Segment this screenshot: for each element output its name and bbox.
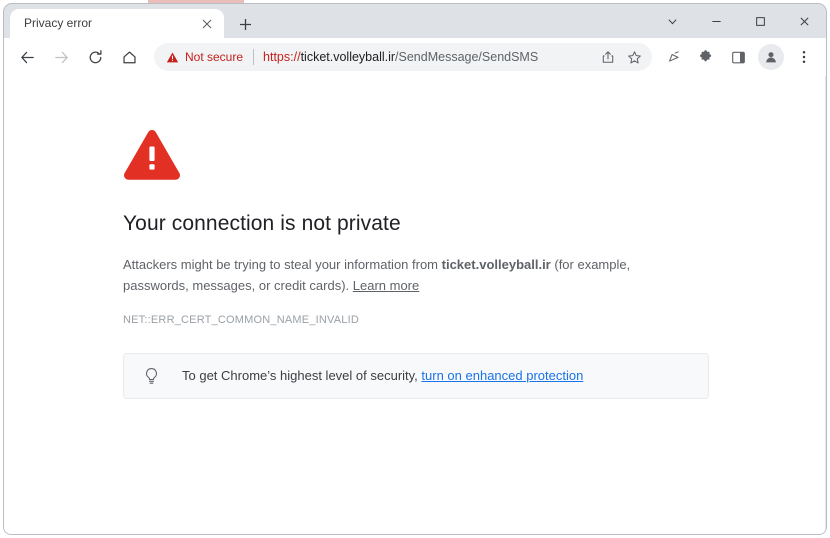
browser-tab[interactable]: Privacy error [10,9,224,38]
enhanced-protection-text: To get Chrome’s highest level of securit… [182,367,583,385]
back-arrow-icon[interactable] [13,43,41,71]
window-controls [650,4,826,38]
not-secure-indicator[interactable]: Not secure [166,50,243,64]
profile-avatar[interactable] [758,44,784,70]
url-separator: :// [290,50,301,64]
turn-on-enhanced-protection-link[interactable]: turn on enhanced protection [421,368,583,383]
home-icon[interactable] [115,43,143,71]
maximize-icon[interactable] [738,4,782,38]
minimize-icon[interactable] [694,4,738,38]
lightbulb-icon [140,367,162,385]
chrome-menu-icon[interactable] [790,43,818,71]
body-prefix: Attackers might be trying to steal your … [123,257,442,272]
omnibox-separator [253,49,255,65]
not-secure-label: Not secure [185,50,244,64]
learn-more-link[interactable]: Learn more [353,278,419,293]
forward-arrow-icon [47,43,75,71]
url-scheme: https [263,50,291,64]
side-panel-icon[interactable] [724,43,752,71]
page-content: Your connection is not private Attackers… [4,76,826,534]
error-code: NET::ERR_CERT_COMMON_NAME_INVALID [123,314,360,326]
new-tab-button[interactable] [232,11,258,37]
browser-toolbar: Not secure https://ticket.volleyball.ir/… [4,38,826,76]
bookmark-star-icon[interactable] [622,45,646,69]
address-bar[interactable]: Not secure https://ticket.volleyball.ir/… [154,43,652,71]
esb-text-prefix: To get Chrome’s highest level of securit… [182,368,422,383]
chrome-browser-window: Privacy error Not secure https://ticket.… [3,3,827,535]
page-title: Your connection is not private [123,212,401,235]
tab-strip: Privacy error [4,4,826,38]
body-hostname: ticket.volleyball.ir [441,257,551,272]
ssl-interstitial: Your connection is not private Attackers… [123,76,713,399]
url-host: ticket.volleyball.ir [300,50,396,64]
close-window-icon[interactable] [782,4,826,38]
warning-triangle-icon [166,51,179,62]
desktop-background: Privacy error Not secure https://ticket.… [0,0,830,538]
url-text: https://ticket.volleyball.ir/SendMessage… [263,50,594,64]
interstitial-body-text: Attackers might be trying to steal your … [123,254,669,296]
tab-title: Privacy error [24,16,93,30]
extensions-puzzle-icon[interactable] [692,43,720,71]
tab-search-chevron-down-icon[interactable] [650,4,694,38]
reload-icon[interactable] [81,43,109,71]
enhanced-protection-banner: To get Chrome’s highest level of securit… [123,353,709,399]
share-icon[interactable] [596,45,620,69]
pin-cursor-icon[interactable] [660,43,688,71]
error-warning-triangle-icon [123,129,713,186]
page-right-edge [825,76,826,534]
close-icon[interactable] [198,15,216,33]
url-path: /SendMessage/SendSMS [395,50,539,64]
